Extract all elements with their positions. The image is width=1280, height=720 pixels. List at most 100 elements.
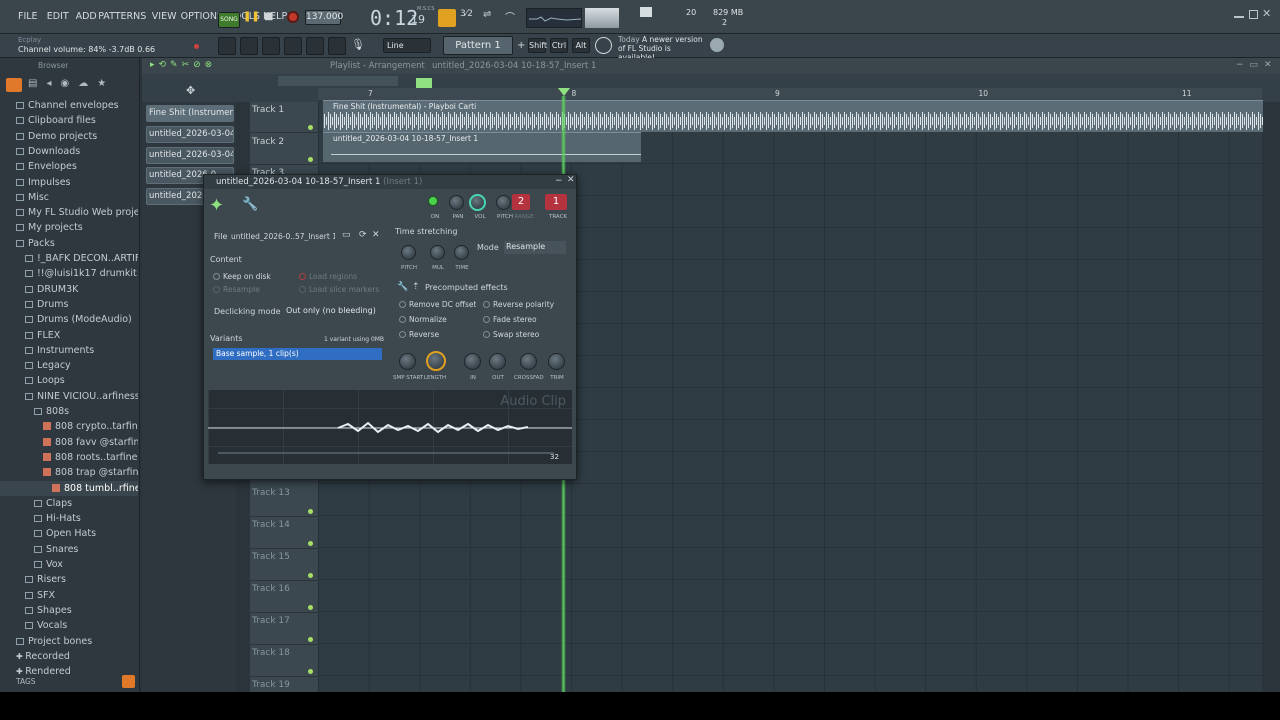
loop-record-icon[interactable]: ⇌ [483, 9, 501, 27]
track-mute-led-icon[interactable] [308, 156, 313, 162]
online-icon[interactable] [710, 38, 724, 52]
browser-item[interactable]: 808s [0, 404, 138, 419]
effect-option[interactable]: Swap stereo [483, 330, 539, 339]
waveform-scrollbar[interactable] [218, 452, 554, 454]
variant-list-item[interactable]: Base sample, 1 clip(s) [213, 348, 382, 360]
effect-option[interactable]: Reverse polarity [483, 300, 554, 309]
dialog-title-bar[interactable]: untitled_2026-03-04 10-18-57_Insert 1 (I… [204, 175, 576, 189]
pattern-item[interactable]: untitled_2026-03-04 10-... [146, 125, 234, 143]
browser-item[interactable]: 808 crypto..tarfinesse_ [0, 419, 138, 434]
browser-item[interactable]: SFX [0, 588, 138, 603]
effect-option[interactable]: Reverse [399, 330, 439, 339]
browser-item[interactable]: Impulses [0, 175, 138, 190]
minimize-icon[interactable] [1234, 10, 1244, 18]
browser-item[interactable]: Vox [0, 557, 138, 572]
playhead-marker-icon[interactable] [558, 88, 570, 96]
browser-item[interactable]: Vocals [0, 618, 138, 633]
search-icon[interactable] [122, 675, 135, 688]
effect-radio[interactable] [399, 316, 406, 323]
browser-item[interactable]: DRUM3K [0, 282, 138, 297]
browser-item[interactable]: 808 tumbl..rfinesse_ [0, 480, 138, 496]
browser-item[interactable]: Downloads [0, 144, 138, 159]
precomputed-arrow-icon[interactable]: ⇡ [412, 282, 420, 292]
metronome-icon[interactable] [438, 9, 456, 27]
effect-radio[interactable] [399, 331, 406, 338]
add-pattern-icon[interactable]: + [517, 40, 525, 51]
close-icon[interactable]: ✕ [1262, 7, 1271, 20]
track-mute-led-icon[interactable] [308, 573, 313, 578]
browser-item[interactable]: ✚ Recorded [0, 649, 138, 664]
resample-option[interactable]: Resample [213, 285, 260, 294]
menu-view[interactable]: VIEW [152, 11, 180, 22]
declicking-select[interactable]: Out only (no bleeding) [284, 305, 382, 318]
track-value[interactable]: 1 [545, 194, 567, 210]
browser-item[interactable]: Claps [0, 496, 138, 511]
scroll-thumb[interactable] [416, 78, 432, 88]
piano-roll-icon[interactable] [240, 37, 258, 55]
browser-item[interactable]: Drums [0, 297, 138, 312]
browser-item[interactable]: Open Hats [0, 526, 138, 541]
arrange-icon[interactable]: ✥ [186, 84, 195, 97]
timeline-scrollbar[interactable] [278, 76, 398, 86]
pan-knob[interactable] [449, 195, 464, 210]
countdown-icon[interactable]: 3⁄2 [460, 9, 478, 27]
tempo-display[interactable]: 137.000 [305, 10, 343, 25]
knob-in[interactable] [464, 353, 481, 370]
browser-item[interactable]: Shapes [0, 603, 138, 618]
browser-item[interactable]: 808 roots..tarfinesse_ [0, 450, 138, 465]
audio-clip-2[interactable]: untitled_2026-03-04 10-18-57_Insert 1 [323, 132, 641, 162]
pattern-item[interactable]: untitled_2026-03-04 10-... [146, 146, 234, 164]
browser-item[interactable]: Legacy [0, 358, 138, 373]
pattern-selector[interactable]: Pattern 1 [443, 36, 513, 55]
mode-select[interactable]: Resample [504, 241, 566, 254]
snap-select[interactable]: Line [383, 38, 431, 53]
browser-item[interactable]: Packs [0, 236, 138, 251]
wrench-icon[interactable]: 🔧 [242, 197, 258, 212]
browser-item[interactable]: Instruments [0, 343, 138, 358]
ts-time-knob[interactable] [454, 245, 469, 260]
effect-radio[interactable] [483, 301, 490, 308]
effect-option[interactable]: Normalize [399, 315, 447, 324]
browser-item[interactable]: Hi-Hats [0, 511, 138, 526]
mixer-icon[interactable] [284, 37, 302, 55]
knob-trim[interactable] [548, 353, 565, 370]
menu-patterns[interactable]: PATTERNS [98, 11, 151, 22]
effect-radio[interactable] [483, 331, 490, 338]
browser-item[interactable]: Channel envelopes [0, 98, 138, 113]
alt-key-button[interactable]: Alt [572, 38, 590, 53]
timeline-ruler[interactable] [318, 88, 1262, 100]
effect-radio[interactable] [483, 316, 490, 323]
news-globe-icon[interactable] [595, 37, 612, 54]
on-toggle[interactable] [428, 196, 438, 206]
track-mute-led-icon[interactable] [308, 541, 313, 546]
file-close-icon[interactable]: ✕ [372, 230, 380, 240]
resample-radio[interactable] [213, 286, 220, 293]
browser-item[interactable]: My projects [0, 220, 138, 235]
stop-icon[interactable]: ■ [264, 11, 276, 23]
browser-item[interactable]: Envelopes [0, 159, 138, 174]
ts-mul-knob[interactable] [430, 245, 445, 260]
song-mode-toggle[interactable]: SONG [218, 12, 240, 28]
maximize-icon[interactable] [1249, 10, 1258, 19]
pause-icon[interactable]: ❚❚ [243, 11, 260, 25]
zoom-value[interactable]: 32 [550, 453, 559, 461]
effect-option[interactable]: Remove DC offset [399, 300, 476, 309]
browser-item[interactable]: Demo projects [0, 129, 138, 144]
browser-item[interactable]: My FL Studio Web projects [0, 205, 138, 220]
precomputed-wrench-icon[interactable]: 🔧 [397, 282, 408, 292]
load-slice-markers-option[interactable]: Load slice markers [299, 285, 379, 294]
plugin-picker-icon[interactable] [328, 37, 346, 55]
knob-out[interactable] [489, 353, 506, 370]
browser-item[interactable]: Risers [0, 572, 138, 587]
knob-length[interactable] [426, 351, 446, 371]
browser-item[interactable]: Drums (ModeAudio) [0, 312, 138, 327]
track-mute-led-icon[interactable] [308, 125, 313, 130]
browser-item[interactable]: Clipboard files [0, 113, 138, 128]
playlist-window-icon[interactable] [218, 37, 236, 55]
browser-item[interactable]: !_BAFK DECON..ARTIFICIAL [0, 251, 138, 266]
load-regions-option[interactable]: Load regions [299, 272, 357, 281]
pattern-item[interactable]: Fine Shit (Instrument... [146, 105, 234, 122]
browser-item[interactable]: Misc [0, 190, 138, 205]
load-regions-radio[interactable] [299, 273, 306, 280]
menu-add[interactable]: ADD [76, 11, 98, 22]
